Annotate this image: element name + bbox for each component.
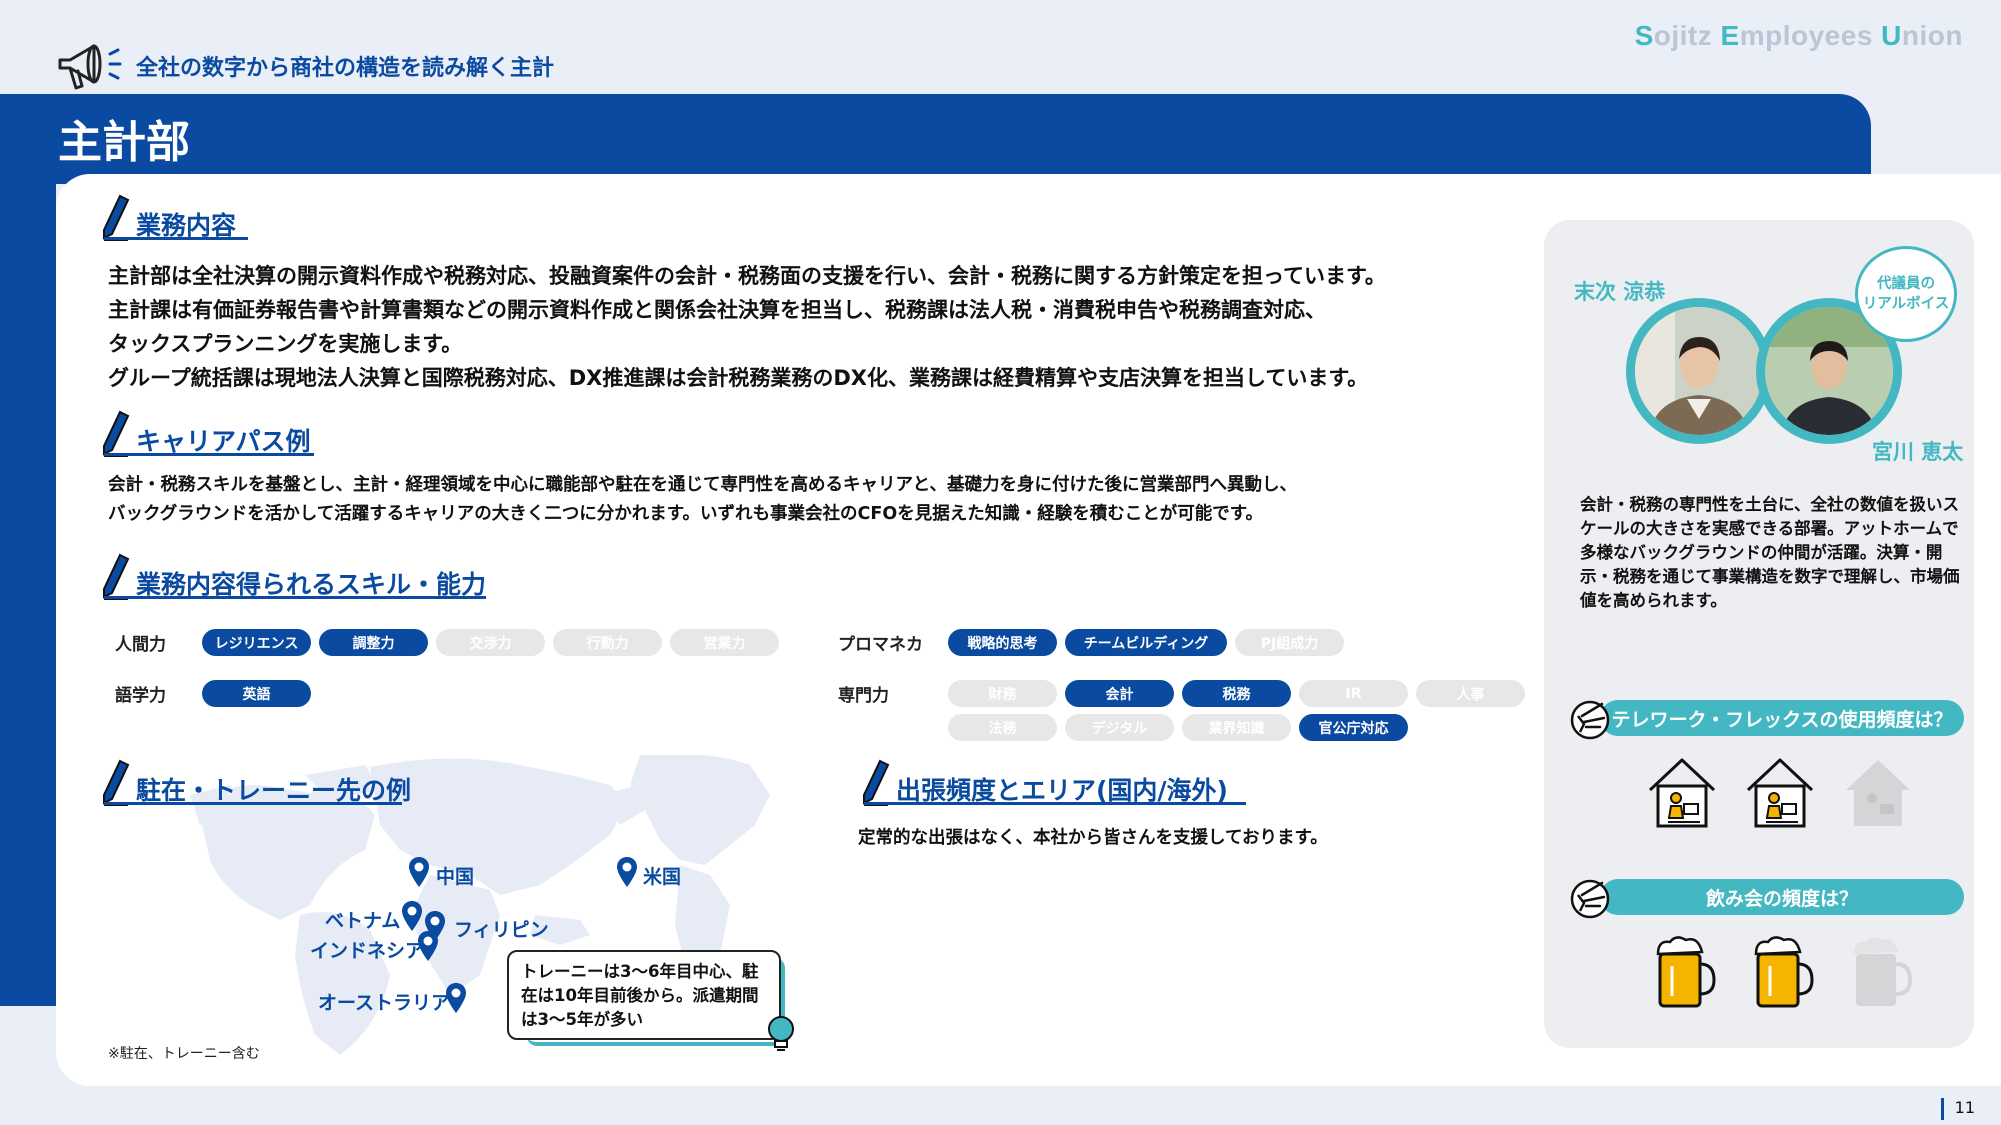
city-label-china: 中国 [436,866,475,888]
skill-pill: 官公庁対応 [1299,714,1408,741]
skill-pill: 営業力 [670,629,779,656]
travel-text: 定常的な出張はなく、本社から皆さんを支援しております。 [858,828,1328,848]
city-label-australia: オーストラリア [318,992,451,1014]
pen-icon [103,194,130,241]
telework-house-icon [1746,758,1814,828]
business-line: グループ統括課は現地法人決算と国際税務対応、DX推進課は会計税務業務のDX化、業… [108,366,1369,390]
skill-pill: チームビルディング [1065,629,1227,656]
map-pin-icon [409,857,429,887]
city-label-philippines: フィリピン [454,919,549,941]
brand-word-mployees: mployees [1739,20,1882,51]
skills-heading: 業務内容得られるスキル・能力 [100,553,486,601]
skill-pill: 戦略的思考 [948,629,1057,656]
megaphone-icon [58,44,122,90]
skill-label-pm: プロマネカ [838,635,923,655]
person-photo-1 [1626,298,1772,444]
trainee-note-box: トレーニーは3～6年目中心、駐在は10年目前後から。派遣期間は3～5年が多い [507,950,781,1040]
business-heading: 業務内容 [100,194,236,242]
person-name-1: 末次 涼恭 [1574,280,1666,304]
city-label-indonesia: インドネシア [310,940,425,962]
overseas-heading: 駐在・トレーニー先の例 [100,759,411,807]
brand-word-nion: nion [1901,20,1963,51]
pen-icon [103,553,130,600]
beer-mug-icon [1754,936,1814,1008]
career-line: 会計・税務スキルを基盤とし、主計・経理領域を中心に職能部や駐在を通じて専門性を高… [108,475,1297,495]
overseas-footnote: ※駐在、トレーニー含む [108,1046,260,1062]
skill-pill: 財務 [948,680,1057,707]
travel-heading-underline [864,802,1246,805]
skill-pill: レジリエンス [202,629,311,656]
beer-mug-icon [1656,936,1716,1008]
skill-label-expertise: 専門力 [838,686,889,706]
telework-house-icon-inactive [1846,760,1910,826]
page-number-bar [1941,1098,1944,1120]
overseas-heading-underline [104,802,402,805]
page-number: 11 [1954,1098,1975,1117]
career-heading-underline [104,453,314,456]
city-label-vietnam: ベトナム [325,910,401,932]
skill-pill: 行動力 [553,629,662,656]
business-line: 主計部は全社決算の開示資料作成や税務対応、投融資案件の会計・税務面の支援を行い、… [108,264,1386,288]
telework-house-icon [1648,758,1716,828]
brand-letter-s: S [1634,20,1654,51]
skill-pill: 交渉力 [436,629,545,656]
title-band [0,94,1871,184]
left-stripe [0,184,56,1006]
skill-pill: 人事 [1416,680,1525,707]
telework-question: テレワーク・フレックスの使用頻度は？ [1600,700,1964,736]
business-line: タックスプランニングを実施します。 [108,332,463,356]
business-text: 主計部は全社決算の開示資料作成や税務対応、投融資案件の会計・税務面の支援を行い、… [108,259,1386,395]
map-pin-icon [402,901,422,931]
pen-icon [103,759,130,806]
career-text: 会計・税務スキルを基盤とし、主計・経理領域を中心に職能部や駐在を通じて専門性を高… [108,471,1297,529]
skill-pill: PJ組成力 [1235,629,1344,656]
business-heading-underline [104,237,248,240]
voice-bubble-line-1: 代議員の [1877,276,1935,292]
brand-logo-text: Sojitz Employees Union [1635,20,1963,52]
lightbulb-icon [768,1016,794,1051]
drinking-question: 飲み会の頻度は？ [1600,879,1964,915]
career-line: バックグラウンドを活かして活躍するキャリアの大きく二つに分かれます。いずれも事業… [108,504,1263,524]
brand-word-ojitz: ojitz [1653,20,1721,51]
skill-label-human: 人間力 [115,635,166,655]
skill-pill: 調整力 [319,629,428,656]
page-title: 主計部 [58,117,190,168]
city-label-usa: 米国 [643,866,682,888]
skill-pill: デジタル [1065,714,1174,741]
brand-letter-u: U [1881,20,1902,51]
skill-pill: IR [1299,680,1408,707]
skill-pill: 税務 [1182,680,1291,707]
employee-comment: 会計・税務の専門性を土台に、全社の数値を扱いスケールの大きさを実感できる部署。ア… [1580,495,1960,610]
skill-pill: 会計 [1065,680,1174,707]
pen-icon [863,759,890,806]
page-tagline: 全社の数字から商社の構造を読み解く主計 [136,56,555,81]
skill-label-language: 語学力 [115,686,166,706]
pen-icon [103,410,130,457]
career-heading: キャリアパス例 [100,410,311,458]
pointing-hand-icon [1570,700,1610,740]
brand-letter-e: E [1720,20,1740,51]
voice-bubble-line-2: リアルボイス [1862,296,1950,312]
skill-pill: 業界知識 [1182,714,1291,741]
beer-mug-icon-inactive [1854,937,1913,1006]
skills-heading-underline [104,596,486,599]
business-line: 主計課は有価証券報告書や計算書類などの開示資料作成と関係会社決算を担当し、税務課… [108,298,1326,322]
skill-pill: 法務 [948,714,1057,741]
real-voice-bubble: 代議員の リアルボイス [1855,246,1957,342]
pointing-hand-icon [1570,879,1610,919]
person-name-2: 宮川 恵太 [1872,440,1964,464]
skill-pill: 英語 [202,680,311,707]
map-pin-icon [617,857,637,887]
travel-heading: 出張頻度とエリア(国内/海外) [860,759,1228,807]
